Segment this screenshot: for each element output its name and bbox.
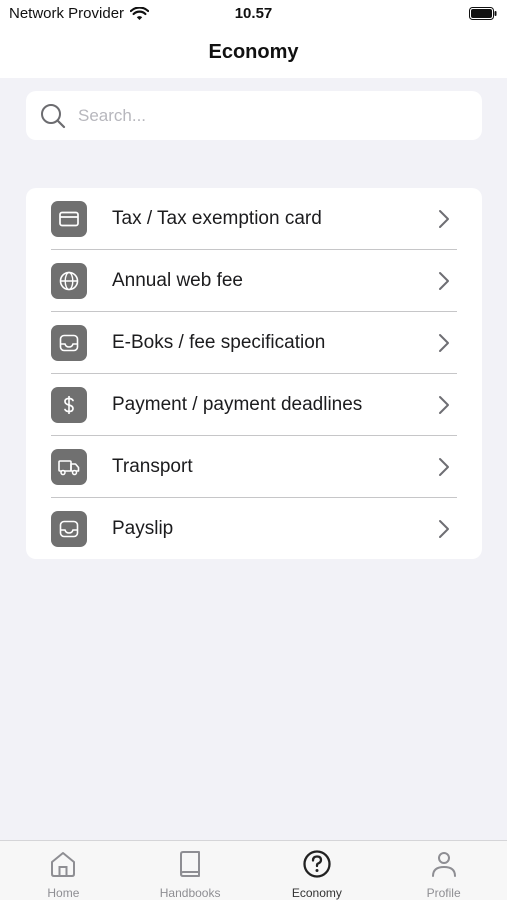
battery-icon <box>469 7 497 20</box>
menu-item-transport[interactable]: Transport <box>26 436 482 498</box>
chevron-right-icon <box>439 272 449 290</box>
globe-icon <box>51 263 87 299</box>
tab-label: Profile <box>426 886 461 900</box>
tab-home[interactable]: Home <box>0 841 127 900</box>
menu-item-label: Payslip <box>112 518 174 539</box>
menu-item-tax[interactable]: Tax / Tax exemption card <box>26 188 482 250</box>
status-bar: Network Provider 10.57 <box>0 0 507 30</box>
truck-icon <box>51 449 87 485</box>
tab-handbooks[interactable]: Handbooks <box>127 841 254 900</box>
book-icon <box>180 851 201 877</box>
chevron-right-icon <box>439 210 449 228</box>
menu-item-label: Payment / payment deadlines <box>112 394 363 415</box>
search-input[interactable] <box>78 99 468 132</box>
question-circle-icon <box>303 850 331 878</box>
tab-bar: Home Handbooks Economy Profile <box>0 840 507 900</box>
menu-item-label: E-Boks / fee specification <box>112 332 326 353</box>
tab-economy[interactable]: Economy <box>254 841 381 900</box>
menu-item-label: Transport <box>112 456 193 477</box>
home-icon <box>51 852 76 877</box>
search-bar[interactable] <box>26 91 482 140</box>
chevron-right-icon <box>439 520 449 538</box>
credit-card-icon <box>51 201 87 237</box>
person-icon <box>431 852 456 877</box>
navigation-header: Economy <box>0 30 507 78</box>
menu-item-label: Annual web fee <box>112 270 243 291</box>
dollar-icon <box>51 387 87 423</box>
inbox-icon <box>51 325 87 361</box>
chevron-right-icon <box>439 396 449 414</box>
menu-item-e-boks[interactable]: E-Boks / fee specification <box>26 312 482 374</box>
inbox-icon <box>51 511 87 547</box>
tab-label: Economy <box>291 886 342 900</box>
chevron-right-icon <box>439 458 449 476</box>
menu-item-payment-deadlines[interactable]: Payment / payment deadlines <box>26 374 482 436</box>
page-title: Economy <box>208 41 299 63</box>
tab-label: Home <box>47 886 80 900</box>
menu-item-label: Tax / Tax exemption card <box>112 208 322 229</box>
menu-item-payslip[interactable]: Payslip <box>26 498 482 559</box>
chevron-right-icon <box>439 334 449 352</box>
status-time: 10.57 <box>234 5 273 22</box>
search-icon <box>41 104 66 129</box>
tab-profile[interactable]: Profile <box>380 841 507 900</box>
menu-item-annual-web-fee[interactable]: Annual web fee <box>26 250 482 312</box>
economy-menu-list: Tax / Tax exemption card Annual web fee … <box>26 188 482 559</box>
tab-label: Handbooks <box>159 886 221 900</box>
